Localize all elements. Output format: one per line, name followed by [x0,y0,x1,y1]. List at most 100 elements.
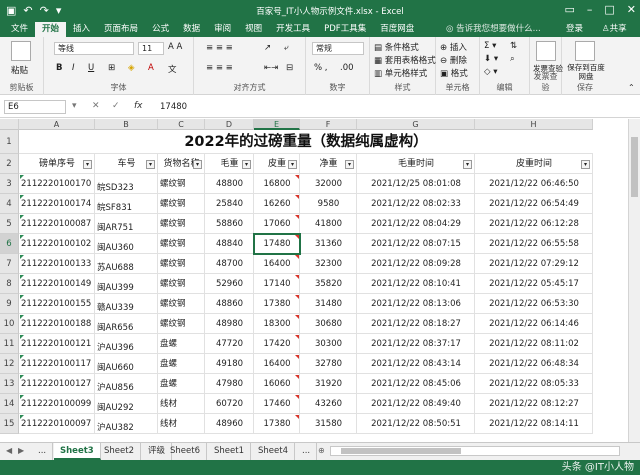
table-cell[interactable]: 2112220100170 [19,174,95,194]
table-cell[interactable]: 2021/12/22 08:10:41 [357,274,475,294]
formula-input[interactable]: 17480 [160,100,187,114]
table-cell[interactable]: 螺纹钢 [158,294,205,314]
selected-cell[interactable] [253,233,301,255]
table-cell[interactable]: 48960 [205,414,254,434]
table-cell[interactable]: 16800 [254,174,300,194]
wrap-text-icon[interactable]: ⤶ [284,43,289,53]
table-cell[interactable]: 2112220100127 [19,374,95,394]
table-cell[interactable]: 31580 [300,414,357,434]
table-cell[interactable]: 49180 [205,354,254,374]
cell-style-button[interactable]: ▥ 单元格样式 [374,67,427,79]
table-cell[interactable]: 32000 [300,174,357,194]
name-box[interactable]: E6 [4,100,66,114]
table-cell[interactable]: 2021/12/22 08:07:15 [357,234,475,254]
column-header-A[interactable]: A [19,119,95,130]
sheet-tab-7[interactable]: ... [296,443,318,460]
table-cell[interactable]: 2112220100117 [19,354,95,374]
table-cell[interactable]: 58860 [205,214,254,234]
table-cell[interactable]: 2112220100149 [19,274,95,294]
insert-cells-button[interactable]: ⊕ 插入 [440,41,467,53]
row-header-13[interactable]: 13 [0,374,19,394]
vertical-scroll-thumb[interactable] [631,137,638,197]
table-cell[interactable]: 31920 [300,374,357,394]
row-header-6[interactable]: 6 [0,234,19,254]
table-cell[interactable]: 2021/12/22 08:12:27 [475,394,593,414]
table-cell[interactable]: 2112220100188 [19,314,95,334]
italic-icon[interactable]: I [72,63,75,73]
filter-dropdown-icon[interactable]: ▾ [288,160,297,169]
filter-dropdown-icon[interactable]: ▾ [242,160,251,169]
prev-sheet-icon[interactable]: ◀ [6,446,12,455]
table-cell[interactable]: 线材 [158,394,205,414]
tab-10[interactable]: 百度网盘 [373,22,421,37]
row-header-1[interactable]: 1 [0,130,19,154]
table-cell[interactable]: 2021/12/22 08:45:06 [357,374,475,394]
table-cell[interactable]: 2112220100097 [19,414,95,434]
table-format-button[interactable]: ▦ 套用表格格式 [374,54,436,66]
percent-icon[interactable]: % , [314,63,327,73]
tab-6[interactable]: 审阅 [207,22,238,37]
table-cell[interactable]: 47980 [205,374,254,394]
table-cell[interactable]: 2021/12/25 08:01:08 [357,174,475,194]
table-cell[interactable]: 2112220100099 [19,394,95,414]
merge-center-icon[interactable]: ⊟ [286,63,293,73]
table-cell[interactable]: 35820 [300,274,357,294]
table-cell[interactable]: 2021/12/22 06:54:49 [475,194,593,214]
table-cell[interactable]: 盘螺 [158,374,205,394]
table-cell[interactable]: 32780 [300,354,357,374]
row-header-3[interactable]: 3 [0,174,19,194]
table-cell[interactable]: 闽AU292 [95,394,158,414]
tell-me-box[interactable]: ◎ 告诉我您想要做什么... [446,22,541,37]
table-cell[interactable]: 41800 [300,214,357,234]
table-cell[interactable]: 17420 [254,334,300,354]
save-icon[interactable]: ▣ [6,4,16,18]
table-cell[interactable]: 30680 [300,314,357,334]
redo-icon[interactable]: ↷ [40,4,49,18]
table-cell[interactable]: 2112220100174 [19,194,95,214]
font-size-select[interactable]: 11 [138,42,164,55]
indent-icon[interactable]: ⇤⇥ [264,63,278,73]
filter-dropdown-icon[interactable]: ▾ [463,160,472,169]
tab-9[interactable]: PDF工具集 [317,22,373,37]
sheet-tab-1[interactable]: Sheet3 [54,443,101,460]
table-cell[interactable]: 16400 [254,254,300,274]
clear-icon[interactable]: ◇ ▾ [484,67,498,77]
table-cell[interactable]: 螺纹钢 [158,254,205,274]
error-indicator-icon[interactable] [20,295,24,299]
table-cell[interactable]: 2021/12/22 08:37:17 [357,334,475,354]
table-cell[interactable]: 16400 [254,354,300,374]
error-indicator-icon[interactable] [20,275,24,279]
paste-icon[interactable] [11,41,31,61]
error-indicator-icon[interactable] [20,395,24,399]
table-cell[interactable]: 2021/12/22 06:55:58 [475,234,593,254]
minimize-icon[interactable]: – [587,3,593,16]
column-header-E[interactable]: E [254,119,300,130]
table-cell[interactable]: 2021/12/22 08:09:28 [357,254,475,274]
column-header-G[interactable]: G [357,119,475,130]
table-cell[interactable]: 2021/12/22 06:12:28 [475,214,593,234]
table-cell[interactable]: 30300 [300,334,357,354]
save-baidu-button[interactable]: 保存到百度网盘 [564,63,608,81]
table-cell[interactable]: 2021/12/22 08:49:40 [357,394,475,414]
table-cell[interactable]: 皖SD323 [95,174,158,194]
fill-icon[interactable]: ⬇ ▾ [484,54,498,64]
close-icon[interactable]: ✕ [627,3,636,16]
horizontal-scrollbar[interactable] [330,446,620,456]
table-cell[interactable]: 2112220100155 [19,294,95,314]
error-indicator-icon[interactable] [20,335,24,339]
autosum-icon[interactable]: Σ ▾ [484,41,496,51]
row-header-14[interactable]: 14 [0,394,19,414]
table-cell[interactable]: 螺纹钢 [158,314,205,334]
sheet-tab-0[interactable]: ... [32,443,54,460]
column-header-C[interactable]: C [158,119,205,130]
table-cell[interactable]: 17380 [254,414,300,434]
grow-font-icon[interactable]: A A [168,42,182,52]
table-cell[interactable]: 31480 [300,294,357,314]
sheet-tab-4[interactable]: Sheet6 [164,443,207,460]
undo-icon[interactable]: ↶ [23,4,32,18]
table-cell[interactable]: 2021/12/22 08:18:27 [357,314,475,334]
table-cell[interactable]: 2021/12/22 08:13:06 [357,294,475,314]
column-header-H[interactable]: H [475,119,593,130]
table-cell[interactable]: 2021/12/22 08:04:29 [357,214,475,234]
table-cell[interactable]: 闽AU360 [95,234,158,254]
